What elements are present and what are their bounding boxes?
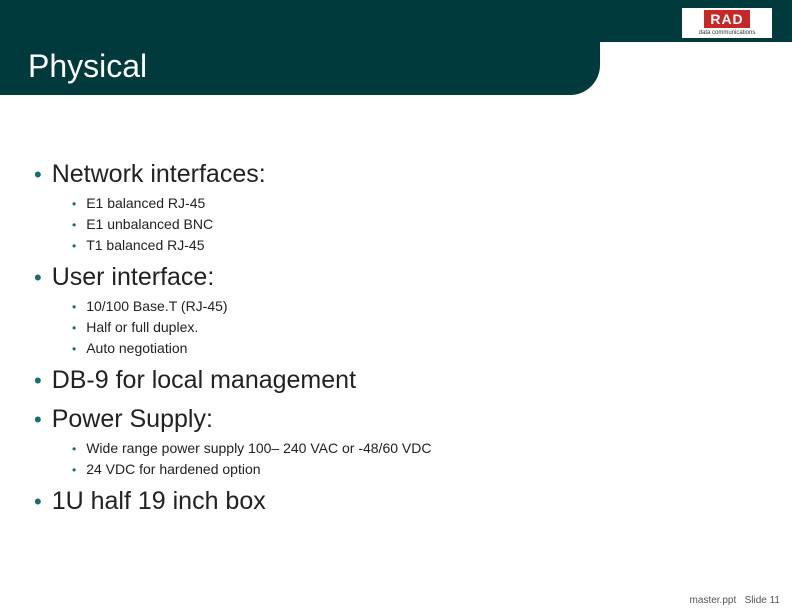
bullet-text: DB-9 for local management: [52, 366, 356, 395]
slide-content: • Network interfaces: • E1 balanced RJ-4…: [34, 160, 758, 526]
bullet-text: Power Supply:: [52, 405, 213, 434]
bullet-main: • 1U half 19 inch box: [34, 487, 758, 516]
footer-file: master.ppt: [690, 595, 737, 606]
bullet-dot-icon: •: [34, 409, 42, 431]
bullet-main: • DB-9 for local management: [34, 366, 758, 395]
bullet-dot-icon: •: [72, 342, 76, 356]
bullet-text: Network interfaces:: [52, 160, 266, 189]
sub-text: Auto negotiation: [86, 340, 187, 356]
sub-text: T1 balanced RJ-45: [86, 237, 204, 253]
sub-text: Half or full duplex.: [86, 319, 198, 335]
bullet-sub: • Auto negotiation: [72, 340, 758, 356]
bullet-dot-icon: •: [72, 463, 76, 477]
bullet-main: • Power Supply:: [34, 405, 758, 434]
sub-text: 24 VDC for hardened option: [86, 461, 260, 477]
slide-title: Physical: [28, 48, 147, 85]
bullet-text: User interface:: [52, 263, 215, 292]
bullet-dot-icon: •: [72, 218, 76, 232]
bullet-section: • 1U half 19 inch box: [34, 487, 758, 516]
sub-text: E1 balanced RJ-45: [86, 195, 205, 211]
bullet-dot-icon: •: [34, 164, 42, 186]
bullet-main: • Network interfaces:: [34, 160, 758, 189]
sub-text: Wide range power supply 100– 240 VAC or …: [86, 440, 431, 456]
bullet-sub: • Half or full duplex.: [72, 319, 758, 335]
sub-text: E1 unbalanced BNC: [86, 216, 213, 232]
footer-slide: Slide 11: [745, 595, 780, 606]
bullet-section: • Network interfaces: • E1 balanced RJ-4…: [34, 160, 758, 253]
bullet-section: • Power Supply: • Wide range power suppl…: [34, 405, 758, 477]
logo-text: RAD: [704, 10, 749, 28]
bullet-section: • User interface: • 10/100 Base.T (RJ-45…: [34, 263, 758, 356]
bullet-sub: • 10/100 Base.T (RJ-45): [72, 298, 758, 314]
bullet-dot-icon: •: [72, 197, 76, 211]
bullet-sub: • Wide range power supply 100– 240 VAC o…: [72, 440, 758, 456]
bullet-sub: • T1 balanced RJ-45: [72, 237, 758, 253]
bullet-sub: • E1 balanced RJ-45: [72, 195, 758, 211]
bullet-main: • User interface:: [34, 263, 758, 292]
bullet-dot-icon: •: [34, 491, 42, 513]
footer: master.ppt Slide 11: [690, 595, 780, 606]
logo-subtext: data communications: [699, 30, 756, 36]
bullet-dot-icon: •: [34, 370, 42, 392]
bullet-dot-icon: •: [72, 442, 76, 456]
sub-text: 10/100 Base.T (RJ-45): [86, 298, 227, 314]
bullet-dot-icon: •: [72, 300, 76, 314]
bullet-sub: • E1 unbalanced BNC: [72, 216, 758, 232]
bullet-sub: • 24 VDC for hardened option: [72, 461, 758, 477]
bullet-section: • DB-9 for local management: [34, 366, 758, 395]
bullet-dot-icon: •: [72, 321, 76, 335]
bullet-text: 1U half 19 inch box: [52, 487, 266, 516]
bullet-dot-icon: •: [72, 239, 76, 253]
brand-logo: RAD data communications: [682, 8, 772, 38]
bullet-dot-icon: •: [34, 267, 42, 289]
